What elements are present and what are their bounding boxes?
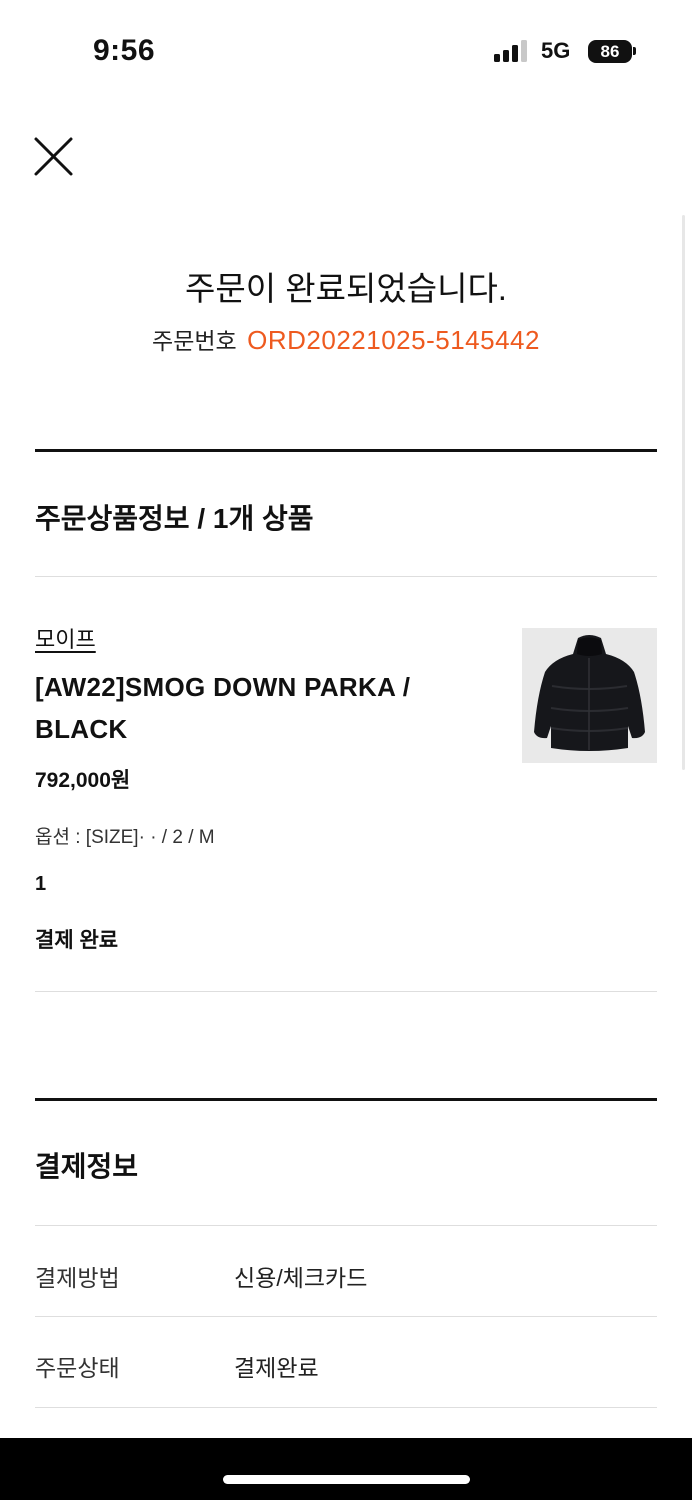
status-time: 9:56	[93, 34, 156, 67]
item-status: 결제 완료	[35, 929, 119, 952]
signal-icon	[494, 40, 530, 62]
close-button[interactable]	[33, 136, 75, 178]
battery-tip	[633, 47, 636, 55]
divider	[35, 1225, 657, 1226]
payment-method-label: 결제방법	[35, 1265, 120, 1291]
section-divider	[35, 1098, 657, 1101]
product-brand-link[interactable]: 모이프	[35, 622, 96, 654]
product-quantity: 1	[35, 873, 47, 895]
divider	[35, 1316, 657, 1317]
product-thumbnail[interactable]	[522, 628, 657, 763]
battery-icon: 86	[588, 40, 632, 63]
product-price: 792,000원	[35, 769, 131, 792]
order-number-label: 주문번호	[152, 328, 237, 354]
divider	[35, 576, 657, 577]
product-name[interactable]: [AW22]SMOG DOWN PARKA / BLACK	[35, 666, 475, 750]
bottom-bar	[0, 1438, 692, 1500]
product-option: 옵션 : [SIZE]· · / 2 / M	[35, 827, 215, 848]
status-bar: 9:56 5G 86	[0, 0, 692, 100]
payment-info-title: 결제정보	[35, 1151, 139, 1182]
section-divider	[35, 449, 657, 452]
divider	[35, 1407, 657, 1408]
network-type: 5G	[541, 38, 571, 63]
parka-image	[522, 628, 657, 763]
divider	[35, 991, 657, 992]
order-items-title: 주문상품정보 / 1개 상품	[35, 503, 314, 534]
order-status-label: 주문상태	[35, 1355, 120, 1381]
confirmation-title: 주문이 완료되었습니다.	[185, 270, 507, 307]
home-indicator[interactable]	[223, 1475, 470, 1484]
order-number: ORD20221025-5145442	[247, 325, 540, 355]
close-icon	[34, 137, 73, 176]
payment-method-value: 신용/체크카드	[234, 1265, 368, 1291]
order-number-line: 주문번호 ORD20221025-5145442	[0, 322, 692, 356]
order-status-value: 결제완료	[234, 1355, 319, 1381]
